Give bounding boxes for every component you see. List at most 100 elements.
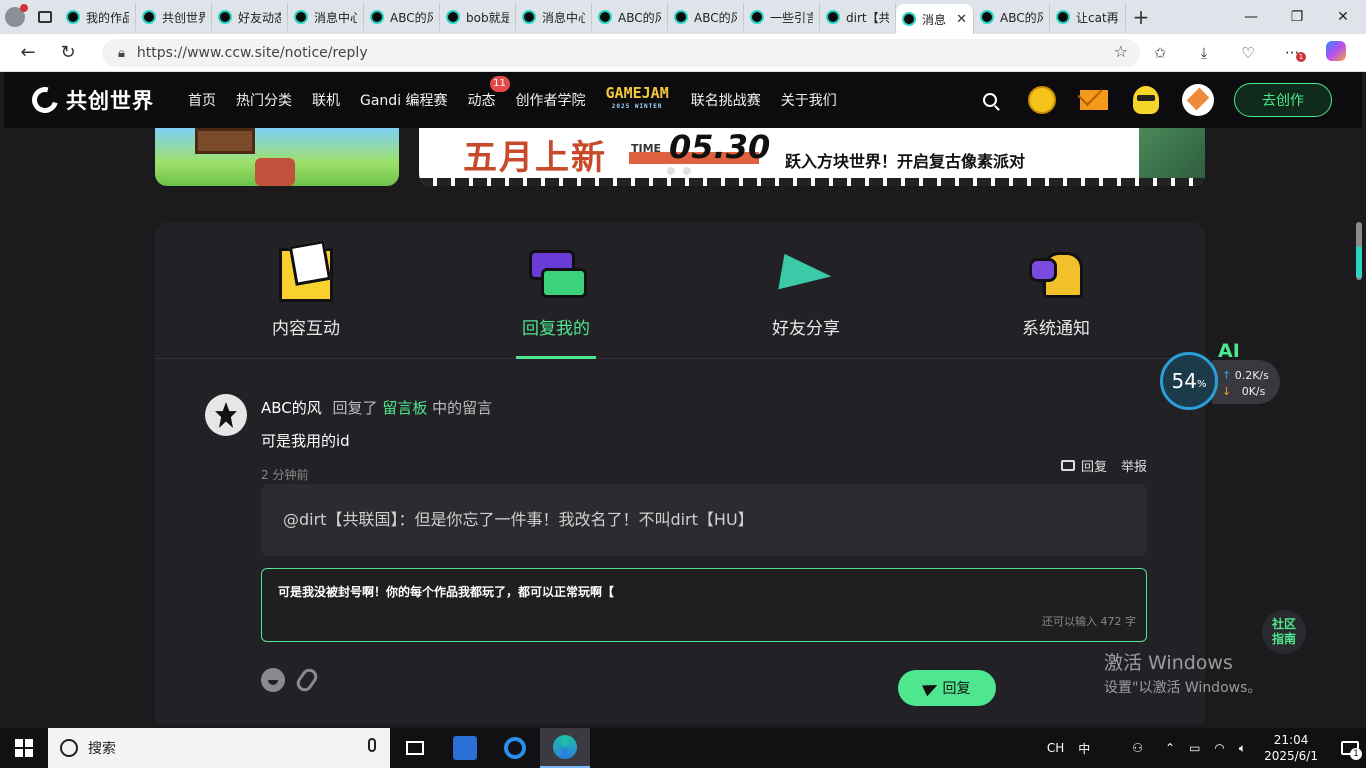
reply-board-link[interactable]: 留言板 xyxy=(382,399,427,417)
minimize-button[interactable]: — xyxy=(1228,0,1274,34)
quoted-message: @dirt【共联国】：但是你忘了一件事！我改名了！不叫dirt【HU】 xyxy=(261,484,1147,556)
browser-tab-title: dirt【共 xyxy=(846,10,889,25)
nav-gandi-contest[interactable]: Gandi 编程赛 xyxy=(360,90,448,110)
banner-subtitle: 跃入方块世界！开启复古像素派对 xyxy=(785,152,1026,171)
ime-language[interactable]: CH xyxy=(1047,741,1064,755)
browser-tab[interactable]: 好友动态 xyxy=(212,3,288,31)
browser-tab[interactable]: 我的作品 xyxy=(60,3,136,31)
reply-username[interactable]: ABC的风 xyxy=(261,399,322,417)
create-button[interactable]: 去创作 xyxy=(1234,83,1332,117)
taskbar-app-ie[interactable] xyxy=(490,728,540,768)
browser-tab[interactable]: 消息中心 xyxy=(516,3,592,31)
browser-tab[interactable]: 让cat再 xyxy=(1050,3,1126,31)
notice-tabs: 内容互动 回复我的 好友分享 系统通知 xyxy=(155,222,1205,359)
tab-replies-to-me[interactable]: 回复我的 xyxy=(431,222,681,359)
browser-tab[interactable]: bob就是 xyxy=(440,3,516,31)
nav-multiplayer[interactable]: 联机 xyxy=(312,90,340,110)
microphone-icon[interactable] xyxy=(368,738,376,752)
page-scrollbar[interactable] xyxy=(1356,222,1362,280)
banner-pot-shape xyxy=(255,158,295,186)
user-avatar-button[interactable] xyxy=(1180,82,1216,118)
nav-joint-challenge[interactable]: 联名挑战赛 xyxy=(691,90,761,110)
reply-input[interactable]: 可是我没被封号啊！你的每个作品我都玩了，都可以正常玩啊【 还可以输入 472 字 xyxy=(261,568,1147,642)
chat-bubbles-icon xyxy=(529,248,587,302)
taskbar-app-edge[interactable] xyxy=(540,728,590,768)
browser-tab[interactable]: ABC的风 xyxy=(974,3,1050,31)
tab-label: 系统通知 xyxy=(1022,319,1090,339)
nav-gamejam[interactable]: GAMEJAM 2025 WINTER xyxy=(606,86,669,114)
bulb-button[interactable] xyxy=(1128,82,1164,118)
reply-actions: 回复 举报 xyxy=(1060,456,1147,475)
more-button[interactable]: ··· 1 xyxy=(1270,44,1314,62)
search-button[interactable] xyxy=(972,82,1008,118)
refresh-button[interactable]: ↻ xyxy=(48,34,88,72)
profile-button[interactable] xyxy=(0,0,30,34)
favorites-button[interactable]: ✩ xyxy=(1138,44,1182,62)
site-logo[interactable]: 共创世界 xyxy=(27,82,154,118)
browser-tab[interactable]: 一些引言 xyxy=(744,3,820,31)
window-controls: — ❐ ✕ xyxy=(1228,0,1366,34)
notification-center-button[interactable]: 1 xyxy=(1334,728,1366,768)
banner-main[interactable]: 五月上新 TIME 05.30 跃入方块世界！开启复古像素派对 xyxy=(419,128,1205,186)
community-guide-button[interactable]: 社区 指南 xyxy=(1262,610,1306,654)
pager-dot[interactable] xyxy=(683,167,691,175)
browser-tab[interactable]: 共创世界 xyxy=(136,3,212,31)
mail-button[interactable] xyxy=(1076,82,1112,118)
back-button[interactable]: ← xyxy=(8,34,48,72)
submit-reply-button[interactable]: 回复 xyxy=(898,670,996,706)
header-actions: 去创作 xyxy=(956,82,1332,118)
coin-button[interactable] xyxy=(1024,82,1060,118)
close-window-button[interactable]: ✕ xyxy=(1320,0,1366,34)
nav-about[interactable]: 关于我们 xyxy=(781,90,837,110)
browser-tab[interactable]: ABC的风 xyxy=(364,3,440,31)
url-field[interactable]: 🔒︎ https://www.ccw.site/notice/reply ☆ xyxy=(102,39,1140,67)
tab-label: 内容互动 xyxy=(272,319,340,339)
reply-suffix: 中的留言 xyxy=(432,399,493,417)
tray-chevron-icon[interactable]: ⌃ xyxy=(1165,741,1175,755)
people-icon[interactable]: ⚇ xyxy=(1132,741,1143,755)
taskbar-search[interactable]: 搜索 xyxy=(48,728,390,768)
tab-system-notice[interactable]: 系统通知 xyxy=(931,222,1181,358)
wifi-icon[interactable]: ◠ xyxy=(1214,741,1224,755)
site-favicon-icon xyxy=(66,10,80,24)
tab-actions-button[interactable] xyxy=(30,0,60,34)
clock[interactable]: 21:04 2025/6/1 xyxy=(1264,732,1318,764)
nav-home[interactable]: 首页 xyxy=(188,90,216,110)
browser-tab[interactable]: ABC的风 xyxy=(668,3,744,31)
attachment-icon[interactable] xyxy=(293,665,321,695)
comment-icon xyxy=(1060,460,1075,471)
nav-dynamic[interactable]: 动态 11 xyxy=(467,76,510,110)
tab-content-interaction[interactable]: 内容互动 xyxy=(181,222,431,358)
nav-hot-categories[interactable]: 热门分类 xyxy=(236,90,292,110)
browser-tab[interactable]: 消息中心 xyxy=(288,3,364,31)
send-icon xyxy=(921,679,940,697)
nav-creator-academy[interactable]: 创作者学院 xyxy=(516,90,586,110)
nav-dynamic-label: 动态 xyxy=(467,93,496,109)
tab-friend-share[interactable]: 好友分享 xyxy=(681,222,931,358)
pager-dot[interactable] xyxy=(667,167,675,175)
net-speed-widget[interactable]: AI ↑ 0.2K/s ↓ 0K/s 54% xyxy=(1160,340,1280,410)
reply-link[interactable]: 回复 xyxy=(1081,456,1107,475)
browser-tab[interactable]: dirt【共 xyxy=(820,3,896,31)
battery-icon[interactable]: ▭ xyxy=(1189,741,1200,755)
maximize-button[interactable]: ❐ xyxy=(1274,0,1320,34)
favorite-star-icon[interactable]: ☆ xyxy=(1114,42,1128,61)
browser-tab[interactable]: ABC的风 xyxy=(592,3,668,31)
copilot-button[interactable] xyxy=(1314,41,1358,65)
browser-tab[interactable]: 消息 ✕ xyxy=(896,4,974,34)
ime-mode[interactable]: 中 xyxy=(1078,740,1090,757)
health-button[interactable]: ♡ xyxy=(1226,44,1270,62)
task-view-button[interactable] xyxy=(390,728,440,768)
guide-line1: 社区 xyxy=(1271,617,1296,631)
taskbar-app-bird[interactable] xyxy=(440,728,490,768)
banner-title: 五月上新 xyxy=(463,138,607,178)
new-tab-button[interactable]: + xyxy=(1126,5,1156,29)
downloads-button[interactable]: ⤓ xyxy=(1182,44,1226,62)
emoji-icon[interactable] xyxy=(261,668,285,692)
start-button[interactable] xyxy=(0,728,48,768)
close-tab-icon[interactable]: ✕ xyxy=(956,12,967,27)
reply-user-avatar[interactable] xyxy=(205,394,247,436)
report-link[interactable]: 举报 xyxy=(1121,456,1147,475)
volume-icon[interactable]: 🔈︎ xyxy=(1239,741,1246,756)
banner-left[interactable] xyxy=(155,128,399,186)
